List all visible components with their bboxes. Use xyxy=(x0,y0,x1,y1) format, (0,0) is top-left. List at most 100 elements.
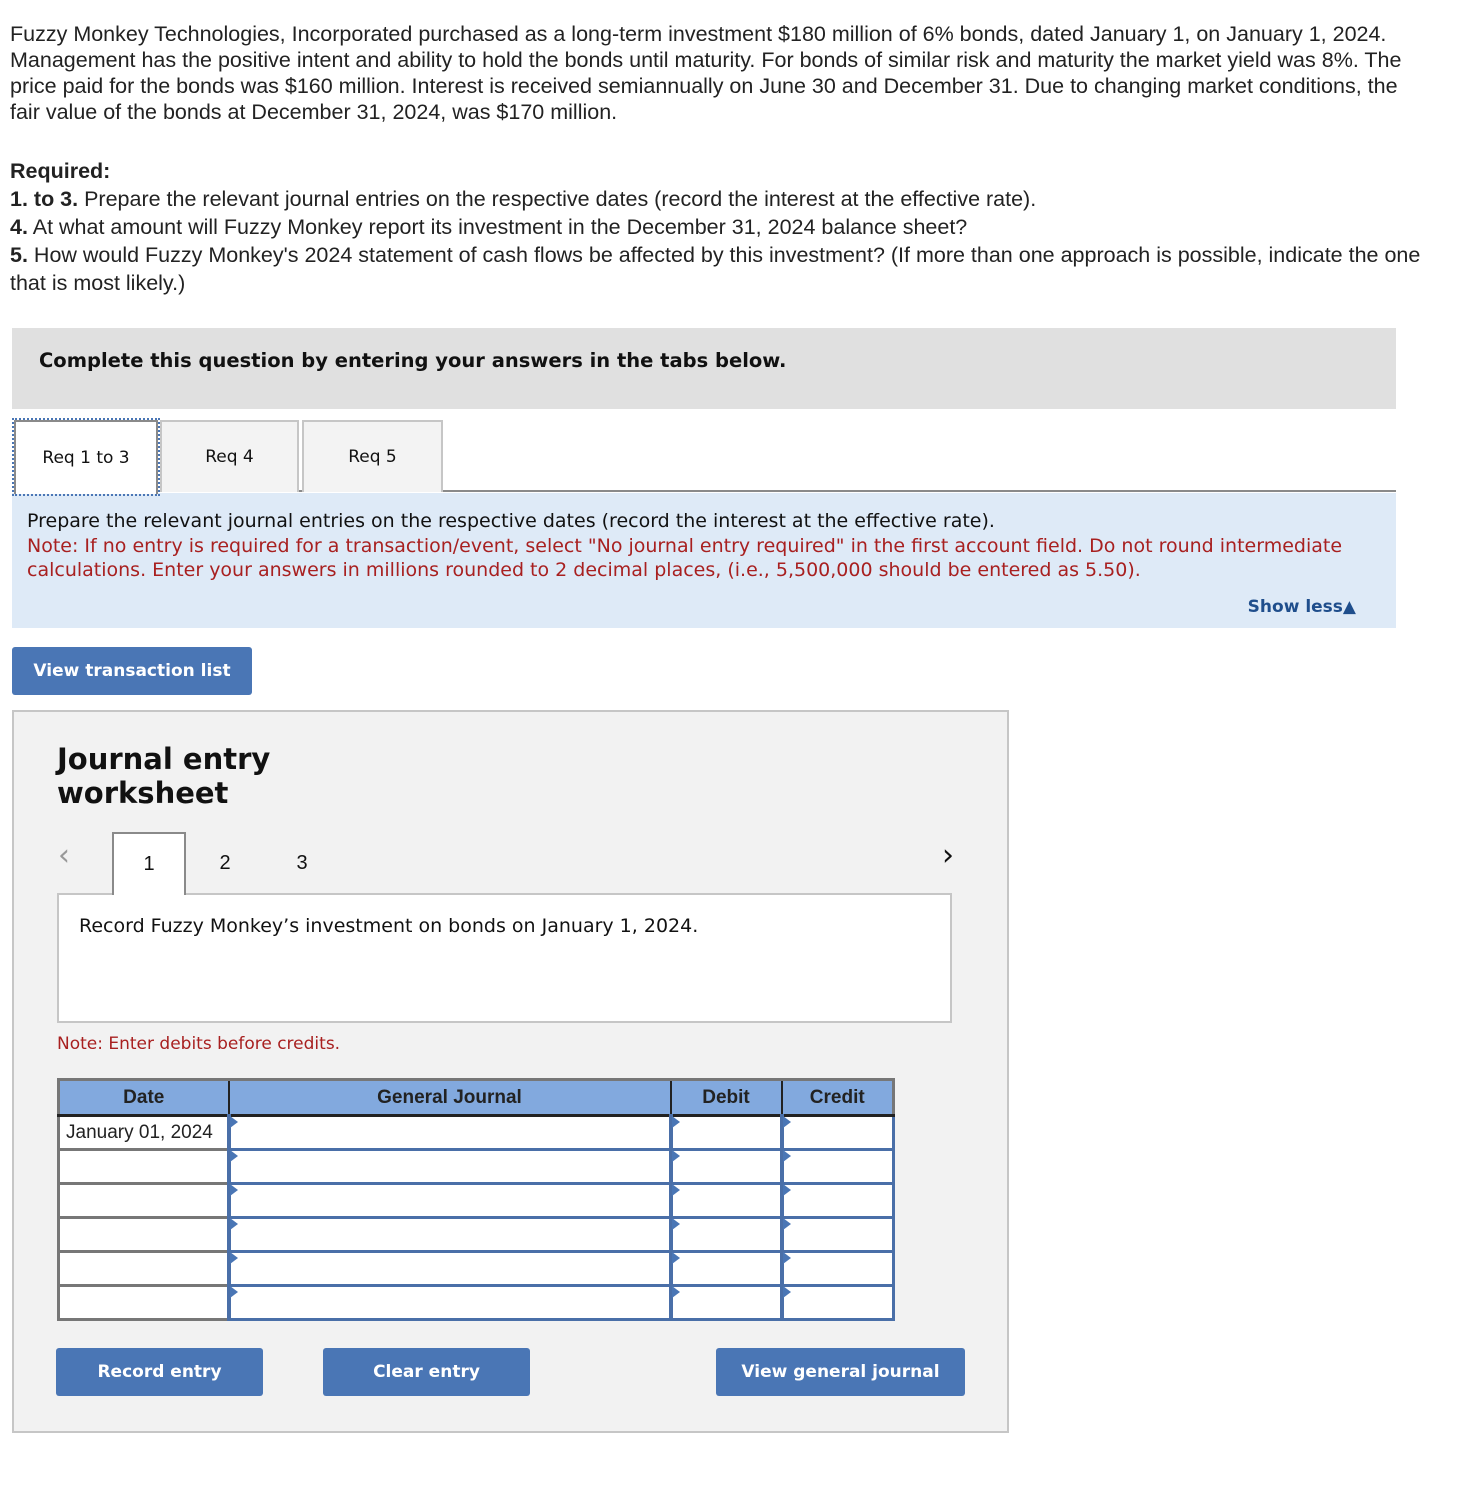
dropdown-indicator-icon xyxy=(782,1116,791,1128)
tab-req-5[interactable]: Req 5 xyxy=(302,420,443,492)
transaction-description-box: Record Fuzzy Monkey’s investment on bond… xyxy=(57,893,952,1023)
view-general-journal-button[interactable]: View general journal xyxy=(716,1348,965,1396)
dropdown-indicator-icon xyxy=(229,1286,238,1298)
instructions-note: Note: If no entry is required for a tran… xyxy=(27,535,1343,581)
dropdown-indicator-icon xyxy=(671,1116,680,1128)
dropdown-indicator-icon xyxy=(229,1184,238,1196)
page-3[interactable]: 3 xyxy=(265,832,339,894)
credit-input[interactable] xyxy=(783,1219,892,1250)
journal-entry-worksheet: Journal entry worksheet ‹ 1 2 3 › Record… xyxy=(12,710,1009,1433)
debit-credit-note: Note: Enter debits before credits. xyxy=(57,1034,341,1054)
account-cell xyxy=(226,1216,672,1253)
credit-input[interactable] xyxy=(783,1287,892,1318)
account-input[interactable] xyxy=(230,1253,669,1284)
dropdown-indicator-icon xyxy=(671,1286,680,1298)
chevron-left-icon[interactable]: ‹ xyxy=(58,838,70,873)
debit-cell xyxy=(668,1182,783,1219)
journal-table: Date General Journal Debit Credit Januar… xyxy=(57,1078,895,1321)
requirement-tabs: Req 1 to 3 Req 4 Req 5 xyxy=(12,418,1396,496)
debit-cell xyxy=(668,1250,783,1287)
transaction-description: Record Fuzzy Monkey’s investment on bond… xyxy=(79,915,699,937)
dropdown-indicator-icon xyxy=(671,1150,680,1162)
debit-input[interactable] xyxy=(672,1185,780,1216)
clear-entry-button[interactable]: Clear entry xyxy=(323,1348,530,1396)
required-item-4: 4. At what amount will Fuzzy Monkey repo… xyxy=(10,215,968,239)
dropdown-indicator-icon xyxy=(782,1218,791,1230)
view-transaction-list-button[interactable]: View transaction list xyxy=(12,647,252,695)
col-credit: Credit xyxy=(780,1079,895,1117)
date-cell xyxy=(57,1250,230,1287)
dropdown-indicator-icon xyxy=(229,1150,238,1162)
required-item-1: 1. to 3. Prepare the relevant journal en… xyxy=(10,187,1037,211)
record-entry-button[interactable]: Record entry xyxy=(56,1348,263,1396)
dropdown-indicator-icon xyxy=(782,1150,791,1162)
credit-cell xyxy=(779,1148,895,1185)
journal-row: January 01, 2024 xyxy=(57,1114,895,1151)
banner-text: Complete this question by entering your … xyxy=(39,349,787,372)
credit-cell xyxy=(779,1216,895,1253)
required-heading: Required: xyxy=(10,159,111,183)
required-section: Required: 1. to 3. Prepare the relevant … xyxy=(10,157,1430,297)
credit-input[interactable] xyxy=(783,1117,892,1148)
dropdown-indicator-icon xyxy=(782,1184,791,1196)
worksheet-title: Journal entry worksheet xyxy=(57,742,271,810)
account-cell xyxy=(226,1284,672,1321)
debit-cell xyxy=(668,1148,783,1185)
credit-input[interactable] xyxy=(783,1253,892,1284)
debit-input[interactable] xyxy=(672,1287,780,1318)
credit-cell xyxy=(779,1182,895,1219)
dropdown-indicator-icon xyxy=(229,1218,238,1230)
debit-cell xyxy=(668,1216,783,1253)
dropdown-indicator-icon xyxy=(671,1218,680,1230)
col-date: Date xyxy=(57,1079,230,1117)
dropdown-indicator-icon xyxy=(782,1286,791,1298)
chevron-right-icon[interactable]: › xyxy=(942,838,954,873)
required-item-5: 5. How would Fuzzy Monkey's 2024 stateme… xyxy=(10,243,1421,295)
show-less-link[interactable]: Show less▲ xyxy=(1248,597,1356,617)
debit-cell xyxy=(668,1284,783,1321)
dropdown-indicator-icon xyxy=(671,1184,680,1196)
instructions-text: Prepare the relevant journal entries on … xyxy=(27,510,995,532)
journal-row xyxy=(57,1284,895,1321)
credit-cell xyxy=(779,1284,895,1321)
page-1[interactable]: 1 xyxy=(112,832,186,895)
date-cell xyxy=(57,1216,230,1253)
date-cell xyxy=(57,1148,230,1185)
credit-cell xyxy=(779,1114,895,1151)
col-general-journal: General Journal xyxy=(227,1079,672,1117)
debit-input[interactable] xyxy=(672,1219,780,1250)
tab-req-4[interactable]: Req 4 xyxy=(160,420,299,492)
journal-row xyxy=(57,1250,895,1287)
journal-row xyxy=(57,1148,895,1185)
dropdown-indicator-icon xyxy=(229,1252,238,1264)
account-cell xyxy=(226,1114,672,1151)
dropdown-indicator-icon xyxy=(671,1252,680,1264)
account-cell xyxy=(226,1182,672,1219)
account-cell xyxy=(226,1250,672,1287)
credit-input[interactable] xyxy=(783,1151,892,1182)
col-debit: Debit xyxy=(669,1079,783,1117)
page-2[interactable]: 2 xyxy=(188,832,262,894)
account-input[interactable] xyxy=(230,1117,669,1148)
credit-cell xyxy=(779,1250,895,1287)
instruction-banner: Complete this question by entering your … xyxy=(12,328,1396,409)
dropdown-indicator-icon xyxy=(782,1252,791,1264)
journal-row xyxy=(57,1216,895,1253)
tab-req-1-to-3[interactable]: Req 1 to 3 xyxy=(12,418,160,496)
debit-cell xyxy=(668,1114,783,1151)
account-input[interactable] xyxy=(230,1287,669,1318)
debit-input[interactable] xyxy=(672,1117,780,1148)
account-input[interactable] xyxy=(230,1151,669,1182)
instructions-panel: Prepare the relevant journal entries on … xyxy=(12,493,1396,628)
date-cell xyxy=(57,1182,230,1219)
journal-row xyxy=(57,1182,895,1219)
debit-input[interactable] xyxy=(672,1151,780,1182)
account-input[interactable] xyxy=(230,1185,669,1216)
date-cell: January 01, 2024 xyxy=(57,1114,230,1151)
debit-input[interactable] xyxy=(672,1253,780,1284)
account-input[interactable] xyxy=(230,1219,669,1250)
account-cell xyxy=(226,1148,672,1185)
credit-input[interactable] xyxy=(783,1185,892,1216)
problem-statement: Fuzzy Monkey Technologies, Incorporated … xyxy=(10,22,1402,124)
date-cell xyxy=(57,1284,230,1321)
